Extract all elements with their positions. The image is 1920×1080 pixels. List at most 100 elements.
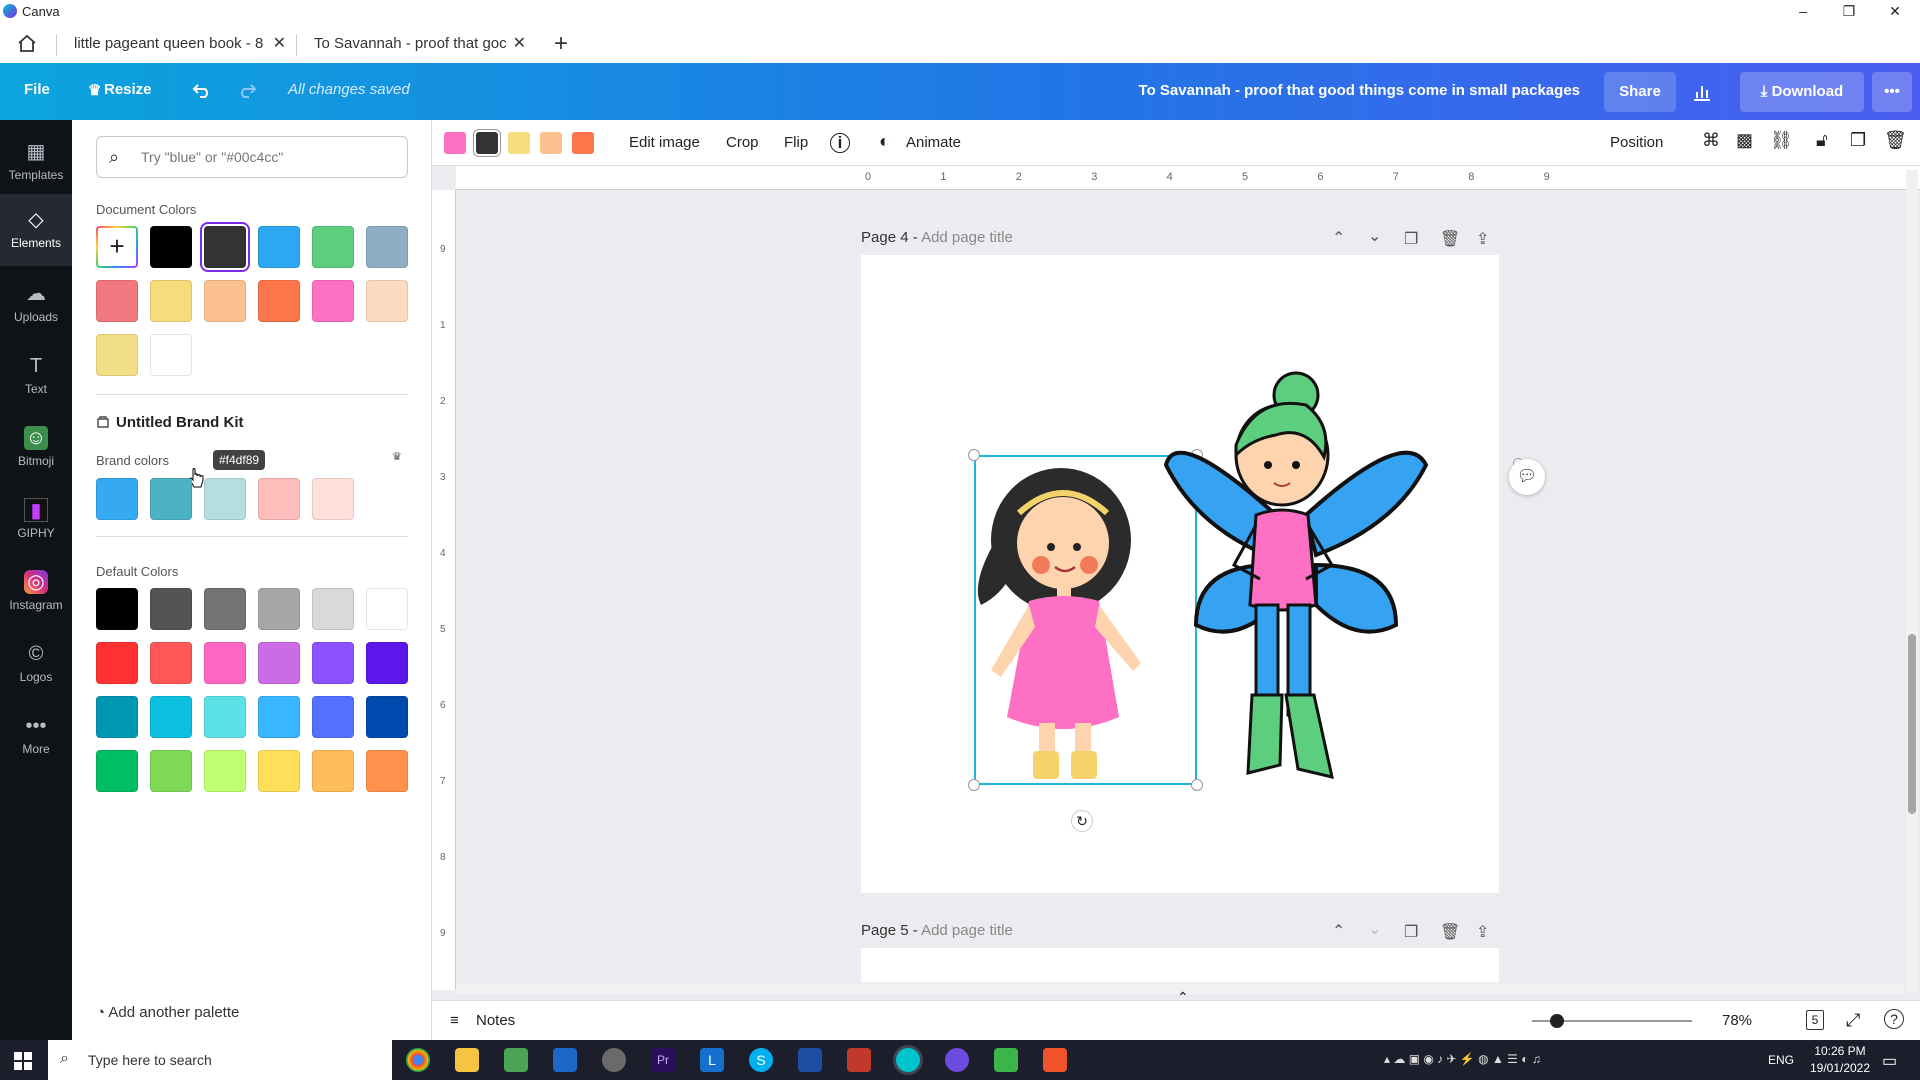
color-swatch[interactable] bbox=[150, 642, 192, 684]
page-up-icon[interactable]: ⌃ bbox=[1332, 228, 1345, 248]
tab-pageant-book[interactable]: little pageant queen book - 8 ✕ bbox=[74, 28, 288, 60]
rail-templates[interactable]: ▦ Templates bbox=[0, 132, 72, 194]
scrollbar-thumb[interactable] bbox=[1908, 634, 1916, 814]
color-swatch[interactable] bbox=[312, 642, 354, 684]
app-icon[interactable] bbox=[847, 1048, 871, 1072]
clock-time[interactable]: 10:26 PM bbox=[1808, 1044, 1872, 1058]
color-swatch[interactable] bbox=[96, 280, 138, 322]
skype-app-icon[interactable]: S bbox=[749, 1048, 773, 1072]
lock-icon[interactable]: 🔓︎ bbox=[1816, 130, 1828, 151]
help-icon[interactable]: ? bbox=[1884, 1009, 1904, 1029]
premiere-app-icon[interactable]: Pr bbox=[651, 1048, 675, 1072]
color-swatch[interactable] bbox=[366, 588, 408, 630]
color-swatch[interactable] bbox=[150, 226, 192, 268]
rail-text[interactable]: T Text bbox=[0, 342, 72, 412]
canva-app-icon[interactable] bbox=[896, 1048, 920, 1072]
app-icon[interactable] bbox=[1043, 1048, 1067, 1072]
comment-icon[interactable]: 💬︎ bbox=[1509, 459, 1545, 495]
add-color-button[interactable]: + bbox=[96, 226, 138, 268]
app-icon[interactable] bbox=[553, 1048, 577, 1072]
color-swatch[interactable] bbox=[312, 478, 354, 520]
file-explorer-app-icon[interactable] bbox=[455, 1048, 479, 1072]
rail-instagram[interactable]: ◎ Instagram bbox=[0, 558, 72, 628]
color-swatch[interactable] bbox=[150, 478, 192, 520]
home-icon[interactable] bbox=[17, 34, 37, 52]
more-options-button[interactable]: ••• bbox=[1872, 72, 1912, 112]
undo-icon[interactable] bbox=[192, 81, 212, 99]
app-icon[interactable] bbox=[994, 1048, 1018, 1072]
insights-chart-icon[interactable] bbox=[1692, 83, 1712, 101]
restore-button[interactable]: ❐ bbox=[1826, 0, 1872, 22]
color-swatch[interactable] bbox=[366, 642, 408, 684]
color-swatch[interactable] bbox=[96, 334, 138, 376]
delete-page-icon[interactable]: 🗑︎ bbox=[1440, 229, 1460, 249]
close-tab-icon[interactable]: ✕ bbox=[513, 28, 526, 60]
crop-button[interactable]: Crop bbox=[726, 134, 759, 151]
image-color-swatch[interactable] bbox=[508, 132, 530, 154]
color-swatch[interactable] bbox=[150, 696, 192, 738]
info-icon[interactable]: i bbox=[830, 133, 850, 153]
flip-button[interactable]: Flip bbox=[784, 134, 808, 151]
transparency-icon[interactable]: ▩ bbox=[1736, 130, 1753, 151]
resize-handle[interactable] bbox=[968, 449, 980, 461]
chevron-up-icon[interactable]: ⌃ bbox=[1177, 989, 1189, 1006]
page-title-input[interactable]: Add page title bbox=[921, 922, 1013, 939]
rail-bitmoji[interactable]: ☺ Bitmoji bbox=[0, 414, 72, 484]
resize-button[interactable]: Resize bbox=[104, 81, 152, 98]
duplicate-page-icon[interactable]: ❐ bbox=[1404, 229, 1418, 249]
color-swatch[interactable] bbox=[150, 280, 192, 322]
zoom-level[interactable]: 78% bbox=[1722, 1012, 1752, 1029]
fairy-illustration[interactable] bbox=[1156, 365, 1436, 785]
rail-giphy[interactable]: ▮ GIPHY bbox=[0, 486, 72, 556]
color-swatch[interactable] bbox=[204, 280, 246, 322]
chrome-app-icon[interactable] bbox=[406, 1048, 430, 1072]
color-swatch[interactable] bbox=[366, 696, 408, 738]
rotate-handle-icon[interactable]: ↻ bbox=[1071, 810, 1093, 832]
tray-icons[interactable]: ▴ ☁ ▣ ◉ ♪ ✈ ⚡ ◍ ▲ ☰ ◐ ♫ bbox=[1384, 1052, 1541, 1066]
trash-icon[interactable]: 🗑︎ bbox=[1884, 130, 1907, 151]
notification-icon[interactable]: ▭ bbox=[1882, 1051, 1897, 1071]
color-swatch[interactable] bbox=[204, 696, 246, 738]
page-down-icon[interactable]: ⌄ bbox=[1368, 226, 1381, 246]
color-swatch[interactable] bbox=[96, 696, 138, 738]
tab-savannah[interactable]: To Savannah - proof that goc ✕ bbox=[314, 28, 528, 60]
color-swatch[interactable] bbox=[258, 696, 300, 738]
color-swatch[interactable] bbox=[312, 696, 354, 738]
color-swatch[interactable] bbox=[150, 334, 192, 376]
image-color-swatch[interactable] bbox=[572, 132, 594, 154]
color-search-input[interactable]: ⌕ Try "blue" or "#00c4cc" bbox=[96, 136, 408, 178]
rail-more[interactable]: ••• More bbox=[0, 702, 72, 772]
vertical-scrollbar[interactable] bbox=[1906, 170, 1918, 992]
share-button[interactable]: Share bbox=[1604, 72, 1676, 112]
taskbar-search-box[interactable]: ⌕ Type here to search bbox=[48, 1040, 392, 1080]
image-color-swatch[interactable] bbox=[540, 132, 562, 154]
image-color-swatch[interactable] bbox=[476, 132, 498, 154]
color-swatch[interactable] bbox=[258, 280, 300, 322]
link-icon[interactable]: ⛓ bbox=[1770, 130, 1793, 151]
color-swatch[interactable] bbox=[258, 588, 300, 630]
fullscreen-icon[interactable]: ⤢ bbox=[1846, 1010, 1860, 1031]
app-icon[interactable] bbox=[504, 1048, 528, 1072]
rail-elements[interactable]: ◇ Elements bbox=[0, 194, 72, 266]
color-swatch[interactable] bbox=[150, 750, 192, 792]
color-swatch[interactable] bbox=[96, 750, 138, 792]
add-page-icon[interactable]: ⇪ bbox=[1476, 229, 1489, 249]
close-tab-icon[interactable]: ✕ bbox=[273, 28, 286, 60]
page-5-canvas[interactable] bbox=[861, 948, 1499, 982]
page-up-icon[interactable]: ⌃ bbox=[1332, 921, 1345, 941]
paint-format-icon[interactable]: ⌘ bbox=[1702, 130, 1720, 151]
language-indicator[interactable]: ENG bbox=[1768, 1053, 1794, 1067]
color-swatch[interactable] bbox=[204, 226, 246, 268]
app-icon[interactable] bbox=[798, 1048, 822, 1072]
clock-date[interactable]: 19/01/2022 bbox=[1808, 1061, 1872, 1075]
file-menu[interactable]: File bbox=[24, 81, 50, 98]
resize-handle[interactable] bbox=[968, 779, 980, 791]
duplicate-page-icon[interactable]: ❐ bbox=[1404, 922, 1418, 942]
color-swatch[interactable] bbox=[204, 750, 246, 792]
document-title[interactable]: To Savannah - proof that good things com… bbox=[1139, 82, 1580, 99]
new-tab-button[interactable]: + bbox=[554, 28, 568, 60]
rail-logos[interactable]: © Logos bbox=[0, 630, 72, 700]
zoom-slider-thumb[interactable] bbox=[1550, 1014, 1564, 1028]
color-swatch[interactable] bbox=[258, 642, 300, 684]
color-swatch[interactable] bbox=[258, 226, 300, 268]
